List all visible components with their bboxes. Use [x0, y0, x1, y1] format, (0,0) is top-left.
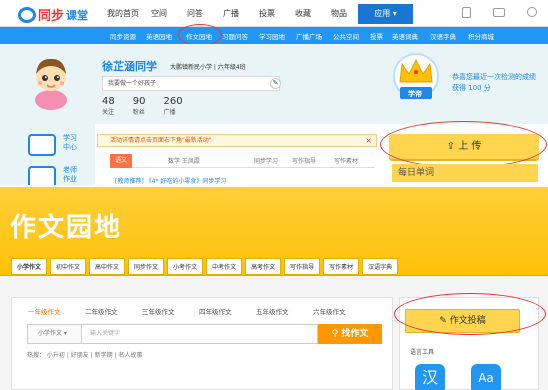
user-motto: 我要做一个好孩子: [102, 76, 280, 91]
nav-qa[interactable]: 问答: [177, 8, 213, 19]
nav-broadcast[interactable]: 广播: [213, 8, 249, 19]
subnav-exercises[interactable]: 习题问答: [222, 31, 248, 41]
main-nav: 我的首页 空间 问答 广播 投票 收藏 物品: [105, 8, 357, 19]
feed-tabs: 数学 王凤霞 同步学习 写作指导 写作素材: [110, 154, 375, 168]
subnav-vote[interactable]: 投票: [370, 31, 383, 41]
stat-value: 260: [163, 96, 183, 107]
stat-label: 关注: [102, 109, 115, 116]
grade-5[interactable]: 五年级作文: [256, 306, 313, 316]
notice-text: 活动详情请点击页面右下角"最新活动": [110, 137, 212, 144]
tab-chinese-dict[interactable]: 汉语字典: [362, 258, 399, 275]
side-teacher-homework[interactable]: 老师 作业: [63, 166, 77, 184]
grade-4[interactable]: 四年级作文: [199, 306, 256, 316]
composition-page-screenshot: 作文园地 小学作文 初中作文 高中作文 同步作文 小考作文 中考作文 高考作文 …: [0, 187, 548, 390]
grade-2[interactable]: 二年级作文: [85, 306, 142, 316]
feed-item[interactable]: [教师推荐] 《4* 好吃的小零食》同步学习: [115, 176, 226, 185]
feed-tab-chinese[interactable]: 语文: [110, 154, 132, 168]
stat-fans[interactable]: 90 粉丝: [133, 96, 146, 116]
composition-tabs: 小学作文 初中作文 高中作文 同步作文 小考作文 中考作文 高考作文 写作指导 …: [11, 258, 399, 275]
highlight-circle-composition: [178, 24, 222, 46]
logo[interactable]: 同步 课堂: [18, 5, 88, 24]
stat-label: 广播: [163, 109, 176, 116]
tab-junior[interactable]: 初中作文: [50, 258, 87, 275]
congrats-text: 恭喜您最近一次检测的成绩获得 100 分: [452, 73, 536, 92]
user-name: 徐芷涵同学: [102, 60, 157, 73]
notice-bar: 活动详情请点击页面右下角"最新活动" ×: [97, 134, 377, 147]
subnav-english[interactable]: 英语园地: [146, 31, 172, 41]
logo-text-1: 同步: [38, 9, 65, 24]
tab-sync[interactable]: 同步作文: [128, 258, 165, 275]
lang-tools-label: 语言工具: [410, 349, 435, 356]
subnav-broadcast-square[interactable]: 广播广场: [296, 31, 322, 41]
search-row: 小学作文 ▾ 输入关键字 ⚲ 找作文: [27, 324, 382, 344]
page-title: 作文园地: [10, 213, 123, 243]
subnav-points-mall[interactable]: 积分商城: [468, 31, 494, 41]
avatar[interactable]: [30, 52, 72, 110]
subnav-english-dict[interactable]: 英语词典: [392, 31, 418, 41]
highlight-circle-upload: [380, 121, 547, 168]
search-input[interactable]: 输入关键字: [81, 324, 318, 344]
subnav-public-space[interactable]: 公共空间: [333, 31, 359, 41]
nav-vote[interactable]: 投票: [249, 8, 285, 19]
tab-senior[interactable]: 高中作文: [89, 258, 126, 275]
stat-value: 90: [132, 96, 146, 107]
study-center-icon[interactable]: [28, 134, 56, 156]
logo-text-2: 课堂: [66, 8, 89, 22]
user-school: 大鹏镇新民小学 | 六年级4班: [170, 64, 246, 71]
chinese-dict-tool-icon[interactable]: 汉: [415, 364, 445, 390]
tab-writing-guide[interactable]: 写作指导: [284, 258, 321, 275]
tab-xiaokao[interactable]: 小考作文: [167, 258, 204, 275]
phone-icon[interactable]: [462, 7, 471, 18]
search-button[interactable]: ⚲ 找作文: [318, 324, 382, 344]
nav-space[interactable]: 空间: [141, 8, 177, 19]
top-bar: 同步 课堂 我的首页 空间 问答 广播 投票 收藏 物品 应用 ▾: [0, 0, 548, 27]
stat-label: 粉丝: [132, 109, 145, 116]
achievement-badge: 学帝: [388, 52, 444, 102]
stat-following[interactable]: 48 关注: [102, 96, 115, 116]
highlight-circle-submit: [394, 293, 546, 335]
sub-nav: 同步资源 英语园地 作文园地 习题问答 学习园地 广播广场 公共空间 投票 英语…: [0, 27, 548, 44]
hot-searches[interactable]: 热搜： 小升初 | 好朋友 | 新学期 | 名人故事: [27, 350, 142, 359]
tab-gaokao[interactable]: 高考作文: [245, 258, 282, 275]
feed-tab-writing-guide[interactable]: 写作指导: [292, 156, 316, 165]
search-button-label: 找作文: [341, 329, 369, 339]
nav-items[interactable]: 物品: [321, 8, 357, 19]
grade-6[interactable]: 六年级作文: [313, 306, 370, 316]
nav-home[interactable]: 我的首页: [105, 8, 141, 19]
tab-zhongkao[interactable]: 中考作文: [206, 258, 243, 275]
stat-broadcasts[interactable]: 260 广播: [163, 96, 182, 116]
tab-writing-material[interactable]: 写作素材: [323, 258, 360, 275]
category-select[interactable]: 小学作文 ▾: [27, 324, 81, 344]
apps-button[interactable]: 应用 ▾: [358, 4, 413, 24]
stat-value: 48: [102, 96, 115, 107]
user-icon[interactable]: [527, 7, 537, 17]
logo-mark-icon: [18, 6, 36, 23]
nav-favorites[interactable]: 收藏: [285, 8, 321, 19]
badge-label: 学帝: [408, 90, 422, 98]
subnav-chinese-dict[interactable]: 汉语字典: [430, 31, 456, 41]
top-right-icons: [462, 7, 537, 18]
tab-primary[interactable]: 小学作文: [11, 258, 48, 275]
mail-icon[interactable]: [493, 8, 505, 17]
feed-tab-sync[interactable]: 同步学习: [254, 156, 278, 165]
grade-1[interactable]: 一年级作文: [28, 306, 85, 316]
english-dict-tool-icon[interactable]: Aa: [471, 364, 501, 390]
search-icon: ⚲: [331, 329, 342, 339]
close-icon[interactable]: ×: [365, 135, 372, 146]
side-study-center[interactable]: 学习 中心: [63, 134, 77, 152]
space-homepage-screenshot: 同步 课堂 我的首页 空间 问答 广播 投票 收藏 物品 应用 ▾ 同步资源 英…: [0, 0, 548, 185]
edit-pencil-icon[interactable]: ✎: [270, 78, 281, 89]
grade-links: 一年级作文 二年级作文 三年级作文 四年级作文 五年级作文 六年级作文: [28, 306, 370, 316]
teacher-homework-icon[interactable]: [28, 166, 56, 185]
subnav-sync-resources[interactable]: 同步资源: [110, 31, 136, 41]
subnav-study[interactable]: 学习园地: [259, 31, 285, 41]
daily-words[interactable]: 每日单词: [392, 164, 538, 182]
grade-3[interactable]: 三年级作文: [142, 306, 199, 316]
feed-tab-material[interactable]: 写作素材: [334, 156, 358, 165]
user-stats: 48 关注 90 粉丝 260 广播: [102, 96, 183, 116]
feed-tab-math[interactable]: 数学 王凤霞: [168, 156, 200, 165]
